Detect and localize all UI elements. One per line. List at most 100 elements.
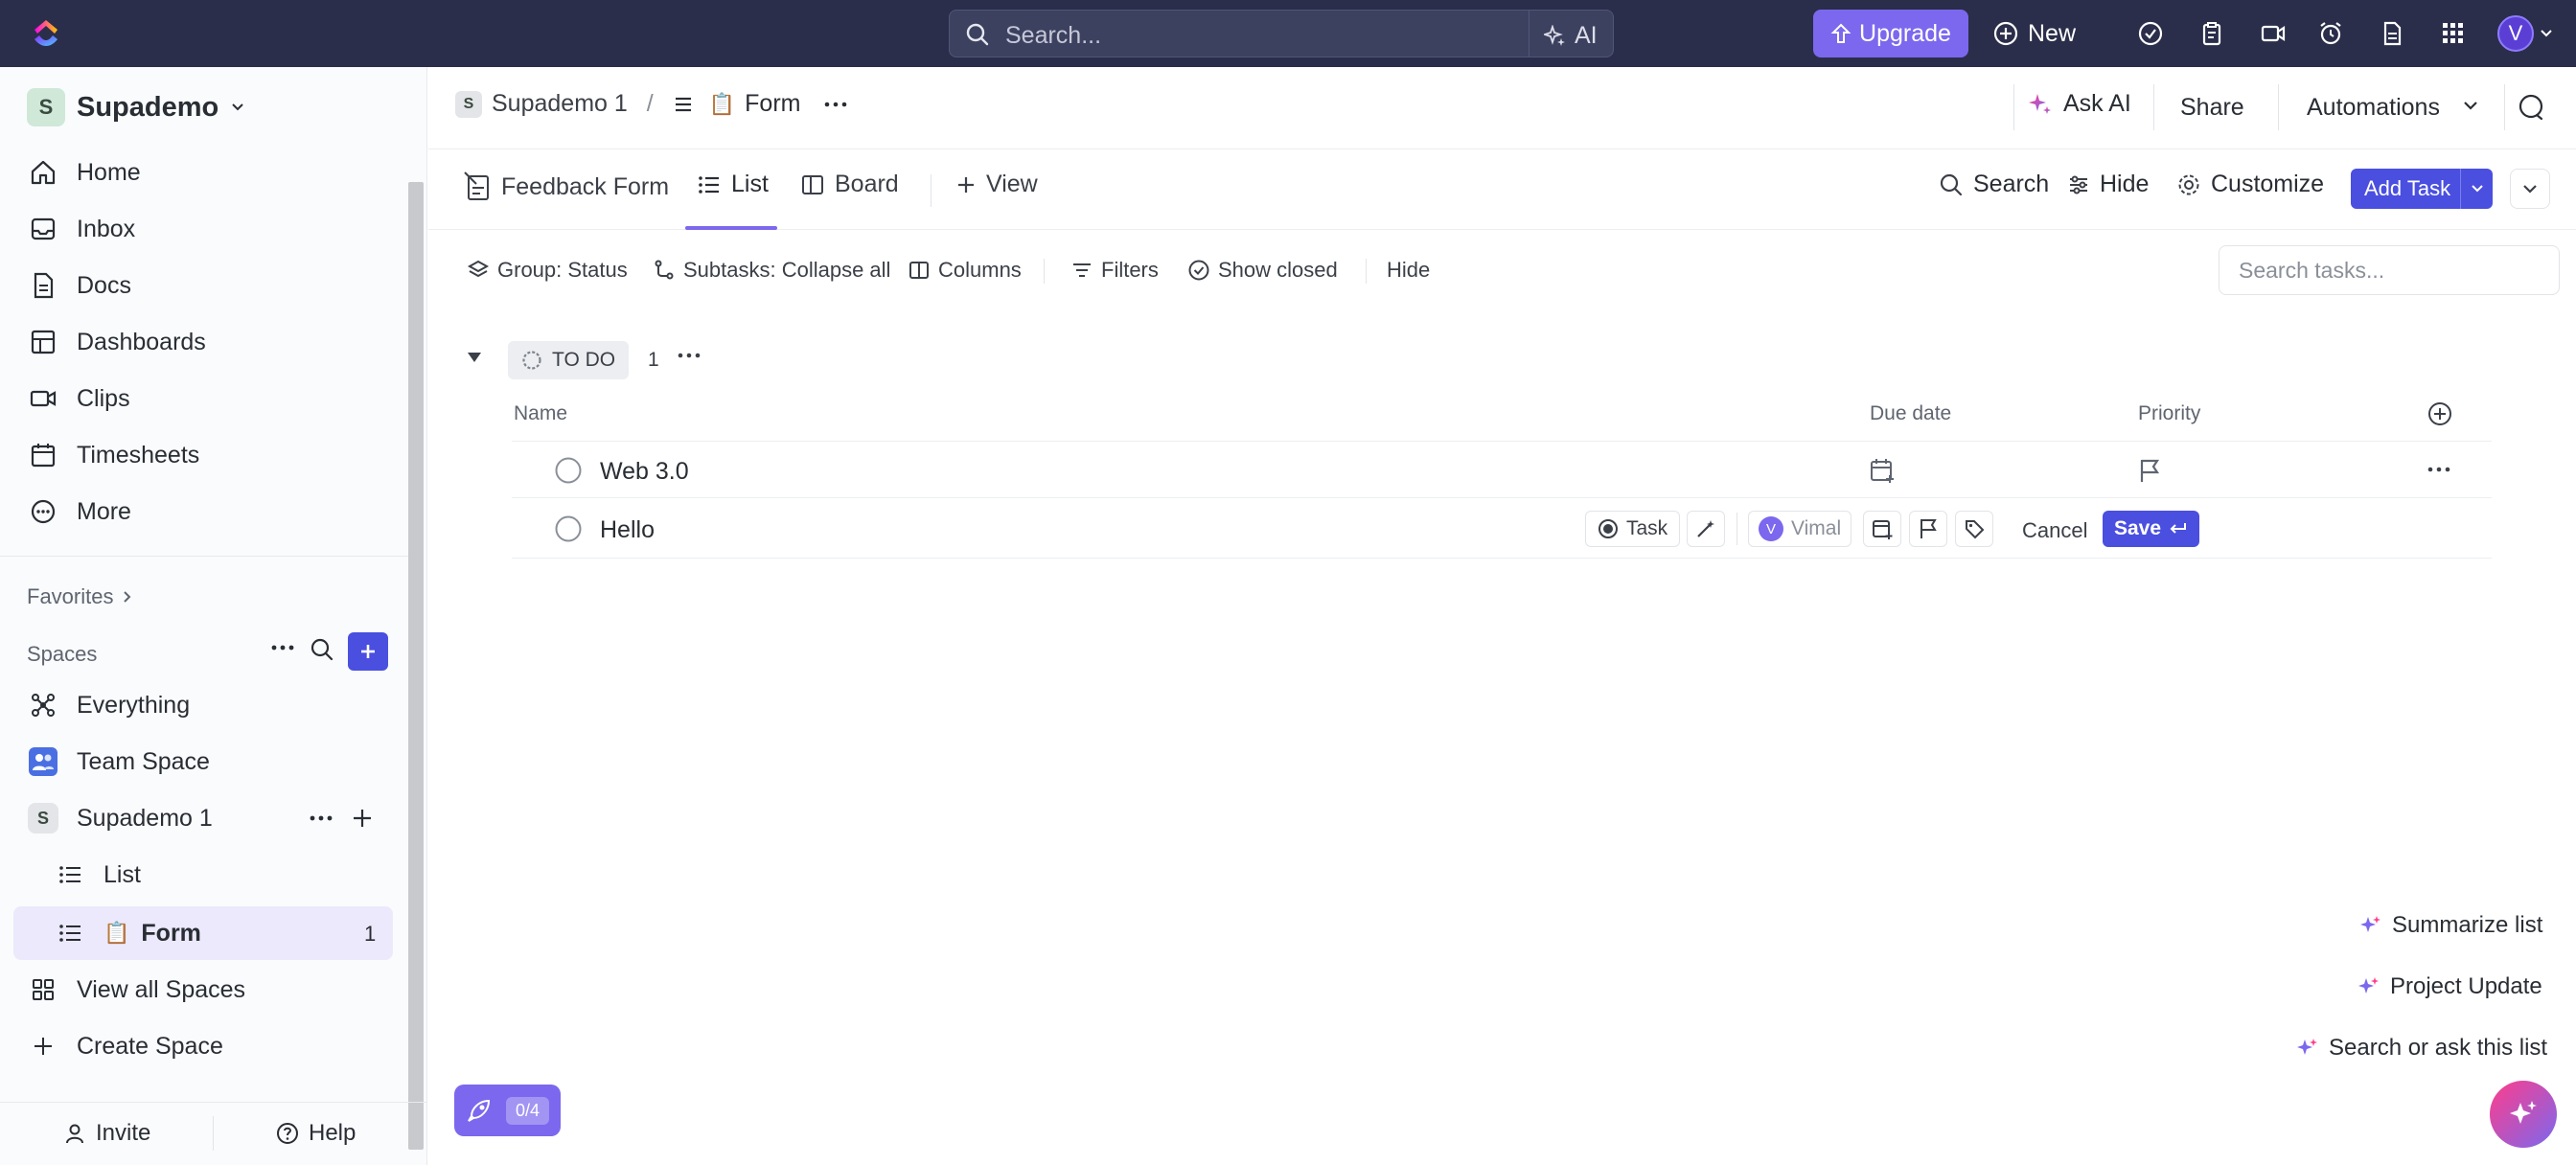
task-type-button[interactable]: Task	[1585, 511, 1681, 547]
space-more-icon[interactable]	[307, 809, 335, 828]
add-space-button[interactable]	[348, 632, 388, 671]
search-tasks-input[interactable]: Search tasks...	[2219, 245, 2560, 295]
group-by-button[interactable]: Group: Status	[467, 252, 628, 288]
view-search-button[interactable]: Search	[1939, 171, 2049, 198]
priority-flag-icon[interactable]	[2137, 457, 2162, 484]
share-button[interactable]: Share	[2180, 94, 2244, 122]
collapse-toolbar-button[interactable]	[2510, 169, 2550, 209]
assignee-button[interactable]: V Vimal	[1748, 511, 1852, 547]
breadcrumb-space[interactable]: Supademo 1	[492, 90, 628, 118]
workspace-switcher[interactable]: S Supademo	[27, 88, 245, 126]
due-date-calendar-icon[interactable]	[1869, 457, 1896, 484]
sidebar-item-team-space[interactable]: Team Space	[27, 742, 210, 781]
video-icon[interactable]	[2260, 20, 2287, 47]
spaces-more-icon[interactable]	[268, 638, 297, 657]
new-task-name-input[interactable]: Hello	[600, 516, 655, 544]
sidebar-item-docs[interactable]: Docs	[27, 266, 131, 305]
breadcrumb-list[interactable]: Form	[745, 90, 800, 118]
sidebar-item-list[interactable]: List	[54, 856, 141, 894]
priority-flag-icon[interactable]	[1909, 511, 1947, 547]
sidebar-item-label: Dashboards	[77, 328, 206, 355]
help-button[interactable]: Help	[276, 1120, 356, 1147]
subtasks-button[interactable]: Subtasks: Collapse all	[653, 252, 890, 288]
plus-icon	[27, 1030, 59, 1062]
task-more-icon[interactable]	[2426, 465, 2451, 474]
add-view-button[interactable]: View	[955, 171, 1038, 198]
sidebar-item-timesheets[interactable]: Timesheets	[27, 436, 199, 474]
invite-button[interactable]: Invite	[63, 1120, 150, 1147]
clipboard-icon[interactable]	[2198, 20, 2225, 47]
check-circle-icon[interactable]	[2137, 20, 2164, 47]
group-more-icon[interactable]	[677, 351, 702, 360]
avatar-chevron-down-icon[interactable]	[2540, 29, 2553, 38]
sidebar-item-inbox[interactable]: Inbox	[27, 210, 135, 248]
search-divider	[1529, 11, 1530, 57]
add-column-icon[interactable]	[2426, 400, 2453, 427]
favorites-header[interactable]: Favorites	[27, 584, 132, 609]
table-row[interactable]: Web 3.0	[512, 441, 2492, 498]
ai-button[interactable]: AI	[1544, 22, 1598, 50]
sidebar-item-home[interactable]: Home	[27, 153, 141, 192]
automations-button[interactable]: Automations	[2307, 94, 2440, 122]
top-bar: Search... AI Upgrade New V	[0, 0, 2576, 67]
sidebar-item-form[interactable]: 📋 Form	[54, 914, 201, 952]
clickup-logo-icon[interactable]	[29, 16, 63, 51]
column-header-priority[interactable]: Priority	[2138, 402, 2200, 425]
save-button[interactable]: Save	[2103, 511, 2200, 547]
add-task-chevron-down-icon[interactable]	[2460, 169, 2493, 209]
help-label: Help	[309, 1120, 356, 1146]
assignee-name: Vimal	[1791, 517, 1842, 539]
favorites-label: Favorites	[27, 584, 114, 608]
show-closed-button[interactable]: Show closed	[1187, 252, 1338, 288]
sidebar-item-label: Create Space	[77, 1032, 223, 1060]
document-icon[interactable]	[2379, 20, 2405, 47]
sidebar-scrollbar[interactable]	[408, 182, 424, 1150]
alarm-clock-icon[interactable]	[2317, 20, 2344, 47]
search-ask-list-button[interactable]: Search or ask this list	[2287, 1029, 2558, 1067]
task-status-circle-icon[interactable]	[554, 456, 583, 485]
sidebar-item-more[interactable]: More	[27, 492, 131, 531]
hide-filter-button[interactable]: Hide	[1387, 252, 1430, 288]
sparkle-icon	[1544, 24, 1565, 46]
upgrade-button[interactable]: Upgrade	[1813, 10, 1968, 57]
column-header-name[interactable]: Name	[514, 402, 567, 425]
ai-assistant-button[interactable]	[2490, 1081, 2557, 1148]
add-task-button[interactable]: Add Task	[2351, 169, 2493, 209]
list-icon	[54, 917, 86, 949]
spaces-search-icon[interactable]	[309, 636, 335, 663]
status-badge[interactable]: TO DO	[508, 341, 630, 379]
filters-button[interactable]: Filters	[1070, 252, 1159, 288]
user-avatar[interactable]: V	[2497, 15, 2534, 52]
sidebar-item-supademo-1[interactable]: S Supademo 1	[27, 799, 213, 837]
chat-icon[interactable]	[2516, 92, 2546, 123]
onboarding-checklist-button[interactable]: 0/4	[454, 1085, 562, 1136]
columns-button[interactable]: Columns	[908, 252, 1022, 288]
view-hide-button[interactable]: Hide	[2067, 171, 2149, 198]
column-header-due-date[interactable]: Due date	[1870, 402, 1951, 425]
automations-chevron-down-icon[interactable]	[2462, 100, 2479, 111]
task-name[interactable]: Web 3.0	[600, 458, 689, 486]
summarize-list-button[interactable]: Summarize list	[2350, 906, 2553, 945]
tab-list[interactable]: List	[697, 171, 769, 198]
tab-feedback-form[interactable]: Feedback Form	[463, 171, 669, 203]
new-button[interactable]: New	[1993, 10, 2076, 57]
apps-grid-icon[interactable]	[2440, 20, 2467, 47]
global-search-bar[interactable]: Search... AI	[949, 10, 1614, 57]
sidebar-item-clips[interactable]: Clips	[27, 379, 130, 418]
sidebar-item-view-all-spaces[interactable]: View all Spaces	[27, 971, 245, 1009]
tab-board[interactable]: Board	[800, 171, 899, 198]
tag-icon[interactable]	[1955, 511, 1993, 547]
task-status-circle-icon[interactable]	[554, 514, 583, 543]
due-date-calendar-icon[interactable]	[1863, 511, 1901, 547]
collapse-group-icon[interactable]	[466, 351, 483, 364]
cancel-button[interactable]: Cancel	[2022, 518, 2087, 543]
space-add-icon[interactable]	[351, 807, 374, 830]
project-update-button[interactable]: Project Update	[2348, 968, 2552, 1006]
magic-wand-icon[interactable]	[1687, 511, 1725, 547]
ask-ai-label: Ask AI	[2063, 90, 2131, 117]
customize-button[interactable]: Customize	[2176, 171, 2324, 198]
ask-ai-button[interactable]: Ask AI	[2027, 90, 2131, 118]
sidebar-item-everything[interactable]: Everything	[27, 686, 190, 724]
sidebar-item-dashboards[interactable]: Dashboards	[27, 323, 206, 361]
sidebar-item-create-space[interactable]: Create Space	[27, 1027, 223, 1065]
